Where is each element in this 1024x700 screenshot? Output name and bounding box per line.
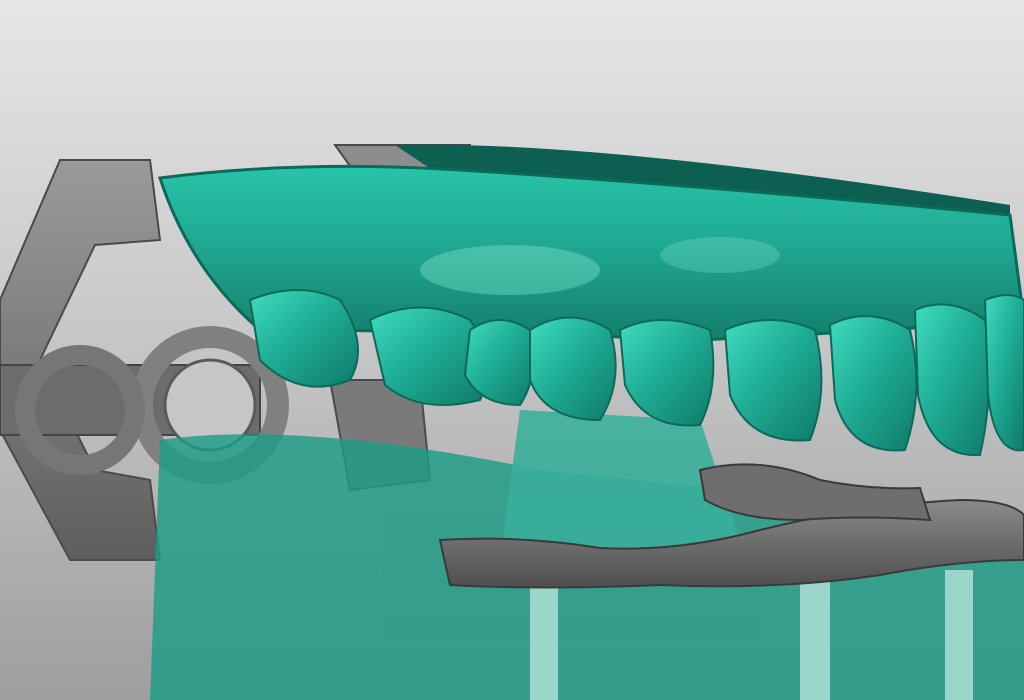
upper-jaw-model[interactable] [158,144,1024,457]
dental-scene[interactable] [0,0,1024,700]
3d-viewport[interactable] [0,0,1024,700]
